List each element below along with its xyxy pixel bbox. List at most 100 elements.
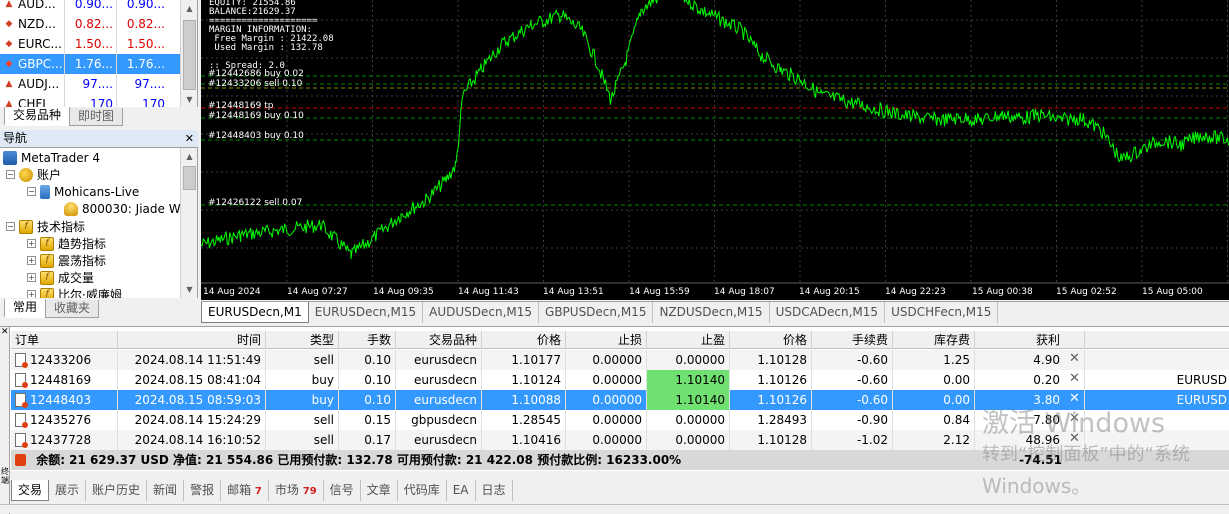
market-watch-row[interactable]: ◆ GBPC... 1.76... 1.76... xyxy=(0,54,181,74)
scroll-down-icon[interactable]: ▼ xyxy=(181,281,197,298)
terminal-tab[interactable]: 交易 xyxy=(11,480,50,501)
symbol-name: GBPC... xyxy=(18,57,63,71)
column-header[interactable]: 手续费 xyxy=(812,331,893,349)
market-watch-scrollbar[interactable]: ▲ ▼ xyxy=(180,0,197,108)
column-header[interactable]: 止损 xyxy=(566,331,647,349)
column-header[interactable]: 交易品种 xyxy=(396,331,482,349)
tree-item-volumes[interactable]: + f 成交量 xyxy=(27,269,94,286)
expand-icon[interactable]: + xyxy=(27,290,36,298)
order-line-label[interactable]: #12442686 buy 0.02 xyxy=(208,69,304,79)
column-header[interactable]: 类型 xyxy=(266,331,339,349)
terminal-tab[interactable]: 账户历史 xyxy=(86,480,148,501)
terminal-tab[interactable]: 市场 79 xyxy=(269,480,324,501)
terminal-tab[interactable]: 邮箱 7 xyxy=(221,480,269,501)
terminal-tab[interactable]: 文章 xyxy=(361,480,398,501)
cell-time: 2024.08.14 11:51:49 xyxy=(118,350,266,370)
tree-item-root[interactable]: MetaTrader 4 xyxy=(3,149,100,166)
scroll-down-icon[interactable]: ▼ xyxy=(181,91,197,108)
cell-symbol: eurusdecn xyxy=(396,430,482,450)
expand-icon[interactable]: + xyxy=(27,256,36,265)
order-line-label[interactable]: #12448169 tp xyxy=(208,101,273,111)
scroll-up-icon[interactable]: ▲ xyxy=(181,0,197,17)
collapse-icon[interactable]: − xyxy=(6,222,15,231)
market-watch-row[interactable]: ◆ NZD... 0.82... 0.82... xyxy=(0,14,181,34)
cell-cur: 1.10128 xyxy=(730,430,812,450)
chart-tab[interactable]: USDCADecn,M15 xyxy=(770,302,886,323)
tree-item-label: 账户 xyxy=(37,168,62,182)
cell-price: 1.28545 xyxy=(482,410,566,430)
close-icon[interactable]: ✕ xyxy=(185,130,194,147)
tab-common[interactable]: 常用 xyxy=(4,299,47,318)
tab-tick-chart[interactable]: 即时图 xyxy=(69,108,124,126)
market-watch-row[interactable]: ▲ CHFJ 170 170 xyxy=(0,94,181,108)
order-line-label[interactable]: #12448169 buy 0.10 xyxy=(208,111,304,121)
cell-lots: 0.17 xyxy=(339,430,396,450)
indicator-folder-icon: f xyxy=(40,270,54,285)
close-icon[interactable]: ✕ xyxy=(1,327,9,337)
tab-favorites[interactable]: 收藏夹 xyxy=(45,300,100,318)
price-chart[interactable]: EQUITY: 21554.86 BALANCE:21629.37 ======… xyxy=(201,0,1229,300)
tree-item-oscillators[interactable]: + f 震荡指标 xyxy=(27,252,106,269)
close-order-icon[interactable]: ✕ xyxy=(1069,371,1080,386)
terminal-tabs: 交易 展示 账户历史 新闻 警报 邮箱 7 市场 79 信号 文章 代码库 EA 日志 xyxy=(11,480,513,502)
order-line-label[interactable]: #12448403 buy 0.10 xyxy=(208,131,304,141)
collapse-icon[interactable]: − xyxy=(6,170,15,179)
navigator-scrollbar[interactable]: ▲ ▼ xyxy=(180,148,197,298)
terminal-tab-label: 代码库 xyxy=(403,483,440,497)
terminal-tab[interactable]: 新闻 xyxy=(147,480,185,501)
order-line-label[interactable]: #12426122 sell 0.07 xyxy=(208,198,302,208)
column-header[interactable]: 获利 xyxy=(975,331,1085,349)
tree-item-label: 技术指标 xyxy=(37,220,86,234)
terminal-tab[interactable]: 展示 xyxy=(49,480,87,501)
expand-icon[interactable]: + xyxy=(27,239,36,248)
column-header[interactable]: 订单 xyxy=(11,331,118,349)
indicator-folder-icon: f xyxy=(40,287,54,298)
column-header[interactable]: 手数 xyxy=(339,331,396,349)
scroll-thumb[interactable] xyxy=(183,20,196,90)
terminal-tab[interactable]: EA xyxy=(447,480,476,501)
market-watch-row[interactable]: ▲ AUDJ... 97.... 97.... xyxy=(0,74,181,94)
expand-icon[interactable]: + xyxy=(27,273,36,282)
column-header[interactable]: 止盈 xyxy=(647,331,730,349)
chart-tab[interactable]: USDCHFecn,M15 xyxy=(885,302,999,323)
order-line-label[interactable]: #12433206 sell 0.10 xyxy=(208,79,302,89)
cell-fee: -0.60 xyxy=(812,390,893,410)
terminal-tab[interactable]: 日志 xyxy=(476,480,513,501)
column-header[interactable]: 时间 xyxy=(118,331,266,349)
chart-tab[interactable]: GBPUSDecn,M15 xyxy=(539,302,654,323)
cell-sl: 0.00000 xyxy=(566,410,647,430)
column-header[interactable]: 价格 xyxy=(730,331,812,349)
chart-tab[interactable]: EURUSDecn,M1 xyxy=(201,302,309,323)
terminal-tab[interactable]: 信号 xyxy=(324,480,361,501)
arrow-down-icon: ◆ xyxy=(5,19,13,29)
tree-item-accounts[interactable]: − 账户 xyxy=(6,166,61,183)
terminal-tab[interactable]: 警报 xyxy=(184,480,222,501)
x-axis-label: 14 Aug 09:35 xyxy=(373,287,434,297)
tab-symbols[interactable]: 交易品种 xyxy=(4,107,71,126)
close-order-icon[interactable]: ✕ xyxy=(1069,351,1080,366)
column-header[interactable]: 库存费 xyxy=(893,331,975,349)
chart-tab[interactable]: EURUSDecn,M15 xyxy=(309,302,424,323)
tree-item-account[interactable]: 800030: Jiade W xyxy=(64,200,181,217)
cell-swap: 0.00 xyxy=(893,370,975,390)
tree-item-bill-williams[interactable]: + f 比尔·威廉姆 xyxy=(27,286,122,298)
column-header[interactable]: 价格 xyxy=(482,331,566,349)
collapse-icon[interactable]: − xyxy=(27,187,36,196)
chart-tab[interactable]: AUDUSDecn,M15 xyxy=(423,302,540,323)
cell-lots: 0.15 xyxy=(339,410,396,430)
trade-row[interactable]: 12448169 2024.08.15 08:41:04 buy 0.10 eurusd… xyxy=(11,370,1229,390)
market-watch-row[interactable]: ▲ AUD... 0.90... 0.90... xyxy=(0,0,181,14)
navigator-title: 导航 xyxy=(3,131,28,145)
tree-item-indicators[interactable]: − f 技术指标 xyxy=(6,218,85,235)
order-number: 12433206 xyxy=(30,353,92,367)
scroll-thumb[interactable] xyxy=(183,166,196,190)
tree-item-trend[interactable]: + f 趋势指标 xyxy=(27,235,106,252)
tree-item-server[interactable]: − Mohicans-Live xyxy=(27,183,139,200)
tree-item-label: 震荡指标 xyxy=(58,254,107,268)
scroll-up-icon[interactable]: ▲ xyxy=(181,148,197,165)
chart-tab[interactable]: NZDUSDecn,M15 xyxy=(653,302,770,323)
market-watch-row[interactable]: ◆ EURC... 1.50... 1.50... xyxy=(0,34,181,54)
trade-row[interactable]: 12433206 2024.08.14 11:51:49 sell 0.10 eurus… xyxy=(11,350,1229,370)
cell-cur: 1.10126 xyxy=(730,390,812,410)
terminal-tab[interactable]: 代码库 xyxy=(398,480,447,501)
